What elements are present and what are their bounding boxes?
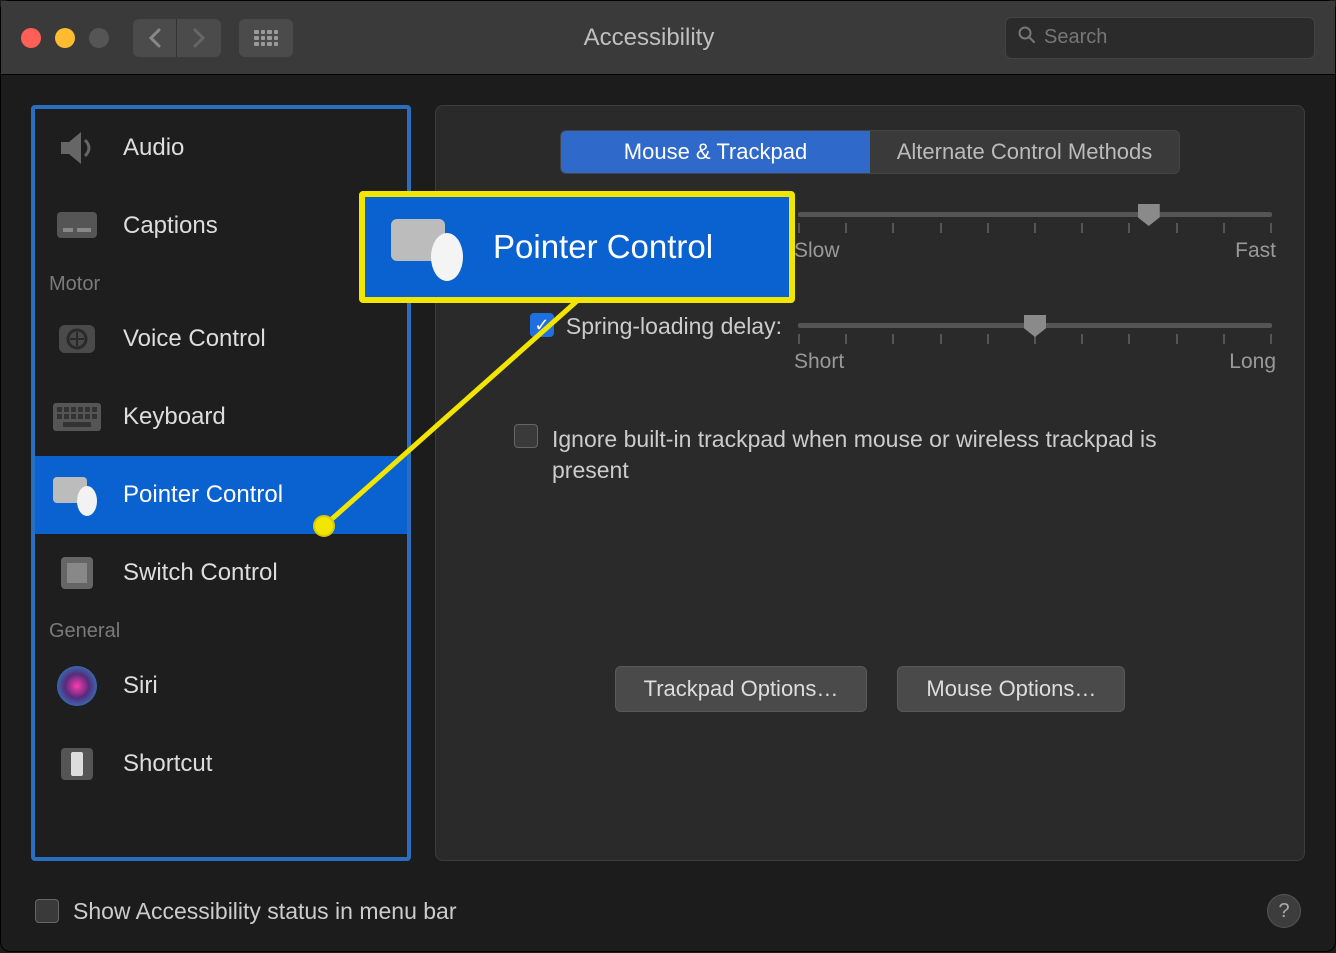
callout-box: Pointer Control bbox=[359, 191, 795, 303]
pointer-control-icon bbox=[49, 467, 105, 523]
shortcut-icon bbox=[49, 736, 105, 792]
keyboard-icon bbox=[49, 389, 105, 445]
tab-segment: Mouse & Trackpad Alternate Control Metho… bbox=[560, 130, 1180, 174]
trackpad-options-button[interactable]: Trackpad Options… bbox=[615, 666, 868, 712]
sidebar-item-label: Captions bbox=[123, 212, 218, 240]
spring-loading-label: Spring-loading delay: bbox=[566, 313, 782, 340]
footer: Show Accessibility status in menu bar ? bbox=[1, 871, 1335, 951]
sidebar: Audio Captions Motor Voice Control Keybo… bbox=[31, 105, 411, 861]
slider-min-label: Slow bbox=[794, 239, 840, 263]
spring-loading-slider[interactable] bbox=[798, 323, 1272, 328]
forward-button[interactable] bbox=[177, 19, 221, 57]
search-input[interactable] bbox=[1044, 26, 1302, 49]
tab-alternate-control[interactable]: Alternate Control Methods bbox=[870, 131, 1179, 173]
sidebar-item-captions[interactable]: Captions bbox=[35, 187, 407, 265]
sidebar-item-label: Audio bbox=[123, 134, 184, 162]
title-bar: Accessibility bbox=[1, 1, 1335, 75]
tab-mouse-trackpad[interactable]: Mouse & Trackpad bbox=[561, 131, 870, 173]
captions-icon bbox=[49, 198, 105, 254]
sidebar-item-label: Siri bbox=[123, 672, 158, 700]
slider-max-label: Fast bbox=[1235, 239, 1276, 263]
spring-loading-checkbox[interactable]: ✓ bbox=[530, 313, 554, 337]
sidebar-item-label: Switch Control bbox=[123, 559, 278, 587]
zoom-window-button[interactable] bbox=[89, 28, 109, 48]
sidebar-item-label: Shortcut bbox=[123, 750, 212, 778]
sidebar-item-siri[interactable]: Siri bbox=[35, 647, 407, 725]
voice-control-icon bbox=[49, 311, 105, 367]
sidebar-item-pointer-control[interactable]: Pointer Control bbox=[35, 456, 407, 534]
help-button[interactable]: ? bbox=[1267, 894, 1301, 928]
back-button[interactable] bbox=[133, 19, 177, 57]
search-icon bbox=[1018, 26, 1036, 50]
switch-control-icon bbox=[49, 545, 105, 601]
ignore-builtin-label: Ignore built-in trackpad when mouse or w… bbox=[552, 424, 1192, 486]
mouse-options-button[interactable]: Mouse Options… bbox=[897, 666, 1125, 712]
search-field-wrap[interactable] bbox=[1005, 17, 1315, 59]
sidebar-item-label: Keyboard bbox=[123, 403, 226, 431]
sidebar-item-label: Voice Control bbox=[123, 325, 266, 353]
sidebar-item-shortcut[interactable]: Shortcut bbox=[35, 725, 407, 803]
double-click-speed-slider[interactable] bbox=[798, 212, 1272, 217]
nav-segment bbox=[133, 19, 221, 57]
chevron-right-icon bbox=[192, 28, 206, 48]
slider-max-label: Long bbox=[1229, 350, 1276, 374]
grid-icon bbox=[254, 30, 278, 46]
sidebar-section-general: General bbox=[35, 612, 407, 647]
speaker-icon bbox=[49, 120, 105, 176]
sidebar-item-voice-control[interactable]: Voice Control bbox=[35, 300, 407, 378]
pointer-control-icon bbox=[387, 213, 473, 281]
callout-label: Pointer Control bbox=[493, 228, 713, 266]
ignore-builtin-checkbox[interactable] bbox=[514, 424, 538, 448]
window-controls bbox=[21, 28, 109, 48]
show-status-label: Show Accessibility status in menu bar bbox=[73, 898, 1267, 925]
sidebar-section-motor: Motor bbox=[35, 265, 407, 300]
window-title: Accessibility bbox=[293, 24, 1005, 52]
close-window-button[interactable] bbox=[21, 28, 41, 48]
sidebar-item-label: Pointer Control bbox=[123, 481, 283, 509]
chevron-left-icon bbox=[148, 28, 162, 48]
sidebar-item-switch-control[interactable]: Switch Control bbox=[35, 534, 407, 612]
slider-min-label: Short bbox=[794, 350, 844, 374]
sidebar-item-audio[interactable]: Audio bbox=[35, 109, 407, 187]
sidebar-item-keyboard[interactable]: Keyboard bbox=[35, 378, 407, 456]
siri-icon bbox=[49, 658, 105, 714]
show-all-button[interactable] bbox=[239, 19, 293, 57]
minimize-window-button[interactable] bbox=[55, 28, 75, 48]
show-status-checkbox[interactable] bbox=[35, 899, 59, 923]
callout-endpoint-dot bbox=[313, 515, 335, 537]
